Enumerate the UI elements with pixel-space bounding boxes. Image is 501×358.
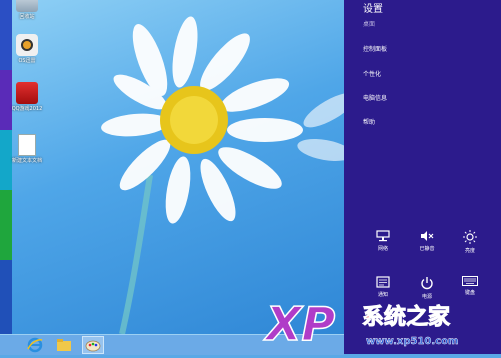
site-watermark: XP 系统之家 www.xp510.com [262, 292, 501, 354]
charm-link-personalize[interactable]: 个性化 [363, 69, 381, 78]
network-icon [376, 230, 390, 242]
charm-title: 设置 [363, 4, 383, 15]
taskbar-file-explorer[interactable] [53, 336, 75, 354]
file-explorer-icon [57, 339, 71, 351]
desktop-icon-label: 回收站 [19, 14, 35, 20]
tile-green[interactable] [0, 190, 12, 260]
desktop-icon-download-app[interactable]: OS迅雷 [9, 34, 45, 64]
internet-explorer-icon [27, 337, 43, 353]
notifications-icon [376, 276, 390, 288]
quick-setting-label: 亮度 [464, 248, 475, 254]
desktop-icon-recycle-bin[interactable]: 回收站 [9, 0, 45, 20]
desktop-icon-label: 新建文本文档 [11, 158, 42, 164]
paint-icon [85, 340, 101, 352]
volume-muted-icon [421, 231, 434, 241]
desktop-wallpaper [0, 0, 344, 334]
charm-link-control-panel[interactable]: 控制面板 [363, 44, 387, 53]
brightness-icon [463, 230, 477, 244]
quick-setting-network[interactable]: 网络 [368, 230, 398, 252]
quick-setting-label: 已静音 [419, 246, 435, 252]
charm-context-label: 桌面 [363, 21, 376, 28]
taskbar-paint[interactable] [82, 336, 104, 354]
power-icon [421, 277, 433, 290]
tile-dark-blue[interactable] [0, 260, 12, 334]
daisy-wallpaper-art [101, 16, 344, 334]
watermark-site-name: 系统之家 [362, 304, 451, 330]
quick-setting-brightness[interactable]: 亮度 [455, 230, 485, 254]
desktop-icon-text-document[interactable]: 新建文本文档 [9, 134, 45, 164]
recycle-bin-icon [16, 0, 38, 12]
keyboard-icon [462, 276, 478, 286]
desktop-icon-label: QQ游戏2012 [11, 106, 43, 112]
xp510-watermark-logo: XP 系统之家 www.xp510.com [262, 296, 458, 352]
watermark-url: www.xp510.com [366, 336, 458, 347]
quick-setting-label: 网络 [377, 246, 388, 252]
game-app-icon [16, 82, 38, 104]
desktop-icon-label: OS迅雷 [18, 58, 36, 64]
watermark-brand: XP [263, 297, 335, 351]
taskbar-internet-explorer[interactable] [24, 336, 46, 354]
text-document-icon [18, 134, 36, 156]
desktop-icon-game-app[interactable]: QQ游戏2012 [9, 82, 45, 112]
quick-setting-volume[interactable]: 已静音 [412, 230, 442, 252]
charm-link-pc-info[interactable]: 电脑信息 [363, 93, 387, 102]
charm-link-help[interactable]: 帮助 [363, 117, 375, 126]
download-app-icon [16, 34, 38, 56]
